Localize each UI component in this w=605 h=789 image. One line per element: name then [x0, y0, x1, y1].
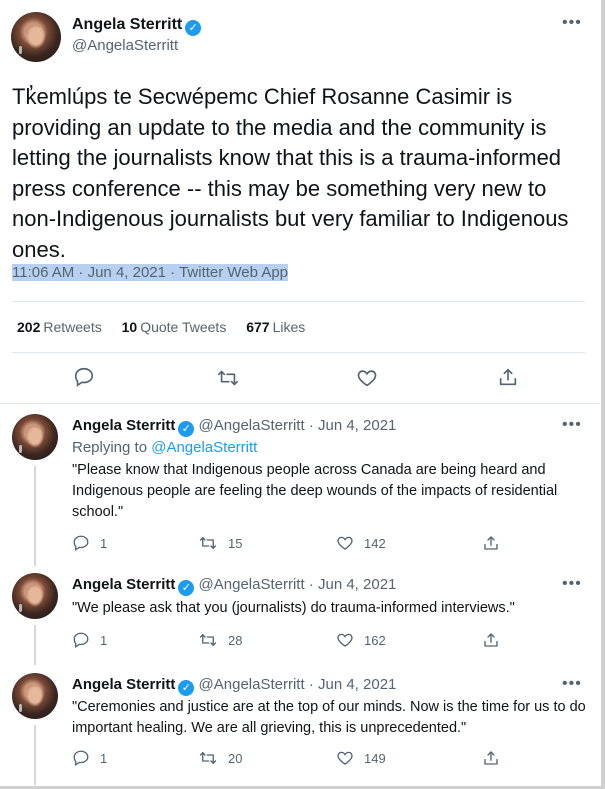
author-handle[interactable]: @AngelaSterritt	[72, 37, 178, 54]
avatar[interactable]	[11, 12, 61, 62]
likes-stat[interactable]: 677 Likes	[246, 319, 305, 335]
retweet-icon	[199, 537, 217, 549]
retweet-icon	[199, 634, 217, 646]
tweet-date[interactable]: · Jun 4, 2021	[309, 417, 397, 434]
tweet-meta: 11:06 AM · Jun 4, 2021 · Twitter Web App	[12, 264, 289, 281]
author-name[interactable]: Angela Sterritt	[72, 16, 182, 33]
like-button[interactable]: 142	[336, 534, 386, 552]
reply-count: 1	[100, 535, 108, 551]
reply-header: Angela Sterritt ✓ @AngelaSterritt · Jun 4…	[72, 676, 396, 696]
reply-tweet[interactable]: Angela Sterritt ✓ @AngelaSterritt · Jun 4…	[0, 573, 600, 665]
reply-icon	[73, 632, 89, 649]
like-icon	[337, 536, 353, 550]
retweet-button[interactable]: 20	[198, 749, 242, 767]
retweets-stat[interactable]: 202 Retweets	[17, 319, 102, 335]
reply-text: "We please ask that you (journalists) do…	[72, 600, 515, 616]
retweet-icon	[199, 752, 217, 764]
retweet-count: 28	[228, 632, 243, 648]
like-button[interactable]: 162	[336, 631, 386, 649]
verified-badge-icon: ✓	[178, 421, 195, 437]
window-border-right	[601, 0, 605, 789]
author-handle[interactable]: @AngelaSterritt	[199, 417, 305, 434]
reply-action-bar: 1 20 149	[72, 749, 512, 769]
retweet-count: 20	[228, 750, 243, 766]
like-icon	[337, 633, 353, 647]
tweet-date[interactable]: · Jun 4, 2021	[309, 676, 397, 693]
reply-button[interactable]: 1	[72, 749, 107, 767]
like-count: 149	[364, 750, 386, 766]
engagement-stats: 202 Retweets 10 Quote Tweets 677 Likes	[17, 319, 321, 335]
like-count: 162	[364, 632, 386, 648]
reply-tweet[interactable]: Angela Sterritt ✓ @AngelaSterritt · Jun 4…	[0, 673, 600, 785]
author-handle[interactable]: @AngelaSterritt	[199, 576, 305, 593]
more-horizontal-icon[interactable]: •••	[562, 416, 582, 434]
verified-badge-icon: ✓	[178, 680, 195, 696]
quote-tweets-stat[interactable]: 10 Quote Tweets	[122, 319, 227, 335]
like-icon	[337, 751, 353, 765]
reply-icon	[73, 750, 89, 767]
more-horizontal-icon[interactable]: •••	[562, 14, 582, 32]
verified-badge-icon: ✓	[178, 580, 195, 596]
like-count: 142	[364, 535, 386, 551]
reply-header: Angela Sterritt ✓ @AngelaSterritt · Jun 4…	[72, 576, 396, 596]
share-icon	[484, 751, 498, 765]
retweet-icon[interactable]	[216, 367, 240, 389]
share-icon	[484, 536, 498, 550]
more-horizontal-icon[interactable]: •••	[562, 675, 582, 693]
reply-button[interactable]: 1	[72, 534, 107, 552]
author-name[interactable]: Angela Sterritt	[72, 417, 175, 434]
share-icon[interactable]	[497, 366, 519, 388]
avatar[interactable]	[12, 673, 58, 719]
share-icon	[484, 633, 498, 647]
thread-line	[34, 725, 36, 785]
reply-header: Angela Sterritt ✓ @AngelaSterritt · Jun 4…	[72, 417, 396, 437]
share-button[interactable]	[482, 631, 500, 649]
reply-text: "Please know that Indigenous people acro…	[72, 462, 558, 520]
tweet-source[interactable]: Twitter Web App	[179, 264, 289, 281]
thread-line	[34, 466, 36, 566]
avatar[interactable]	[12, 414, 58, 460]
share-button[interactable]	[482, 534, 500, 552]
retweet-button[interactable]: 15	[198, 534, 242, 552]
tweet-timestamp[interactable]: 11:06 AM · Jun 4, 2021	[12, 264, 166, 281]
thread-line	[34, 625, 36, 665]
reply-action-bar: 1 15 142	[72, 534, 512, 554]
like-icon[interactable]	[356, 367, 378, 389]
divider	[12, 352, 585, 353]
reply-button[interactable]: 1	[72, 631, 107, 649]
reply-count: 1	[100, 750, 108, 766]
reply-action-bar: 1 28 162	[72, 631, 512, 651]
divider	[12, 301, 585, 302]
reply-icon[interactable]	[73, 366, 95, 388]
reply-text: "Ceremonies and justice are at the top o…	[72, 699, 586, 736]
author-block: Angela Sterritt ✓	[72, 16, 202, 36]
tweet-text: Tk̓emlúps te Secwépemc Chief Rosanne Cas…	[12, 84, 569, 262]
mention-link[interactable]: @AngelaSterritt	[151, 439, 257, 456]
author-name[interactable]: Angela Sterritt	[72, 576, 175, 593]
replying-to: Replying to @AngelaSterritt	[72, 439, 258, 456]
avatar[interactable]	[12, 573, 58, 619]
tweet-action-bar	[0, 366, 600, 392]
reply-count: 1	[100, 632, 108, 648]
tweet-date[interactable]: · Jun 4, 2021	[309, 576, 397, 593]
reply-tweet[interactable]: Angela Sterritt ✓ @AngelaSterritt · Jun 4…	[0, 414, 600, 566]
reply-icon	[73, 535, 89, 552]
like-button[interactable]: 149	[336, 749, 386, 767]
share-button[interactable]	[482, 749, 500, 767]
author-name[interactable]: Angela Sterritt	[72, 676, 175, 693]
verified-badge-icon: ✓	[185, 20, 202, 36]
meta-separator: ·	[166, 264, 180, 281]
retweet-button[interactable]: 28	[198, 631, 242, 649]
author-handle[interactable]: @AngelaSterritt	[199, 676, 305, 693]
more-horizontal-icon[interactable]: •••	[562, 575, 582, 593]
divider	[0, 403, 600, 404]
retweet-count: 15	[228, 535, 243, 551]
